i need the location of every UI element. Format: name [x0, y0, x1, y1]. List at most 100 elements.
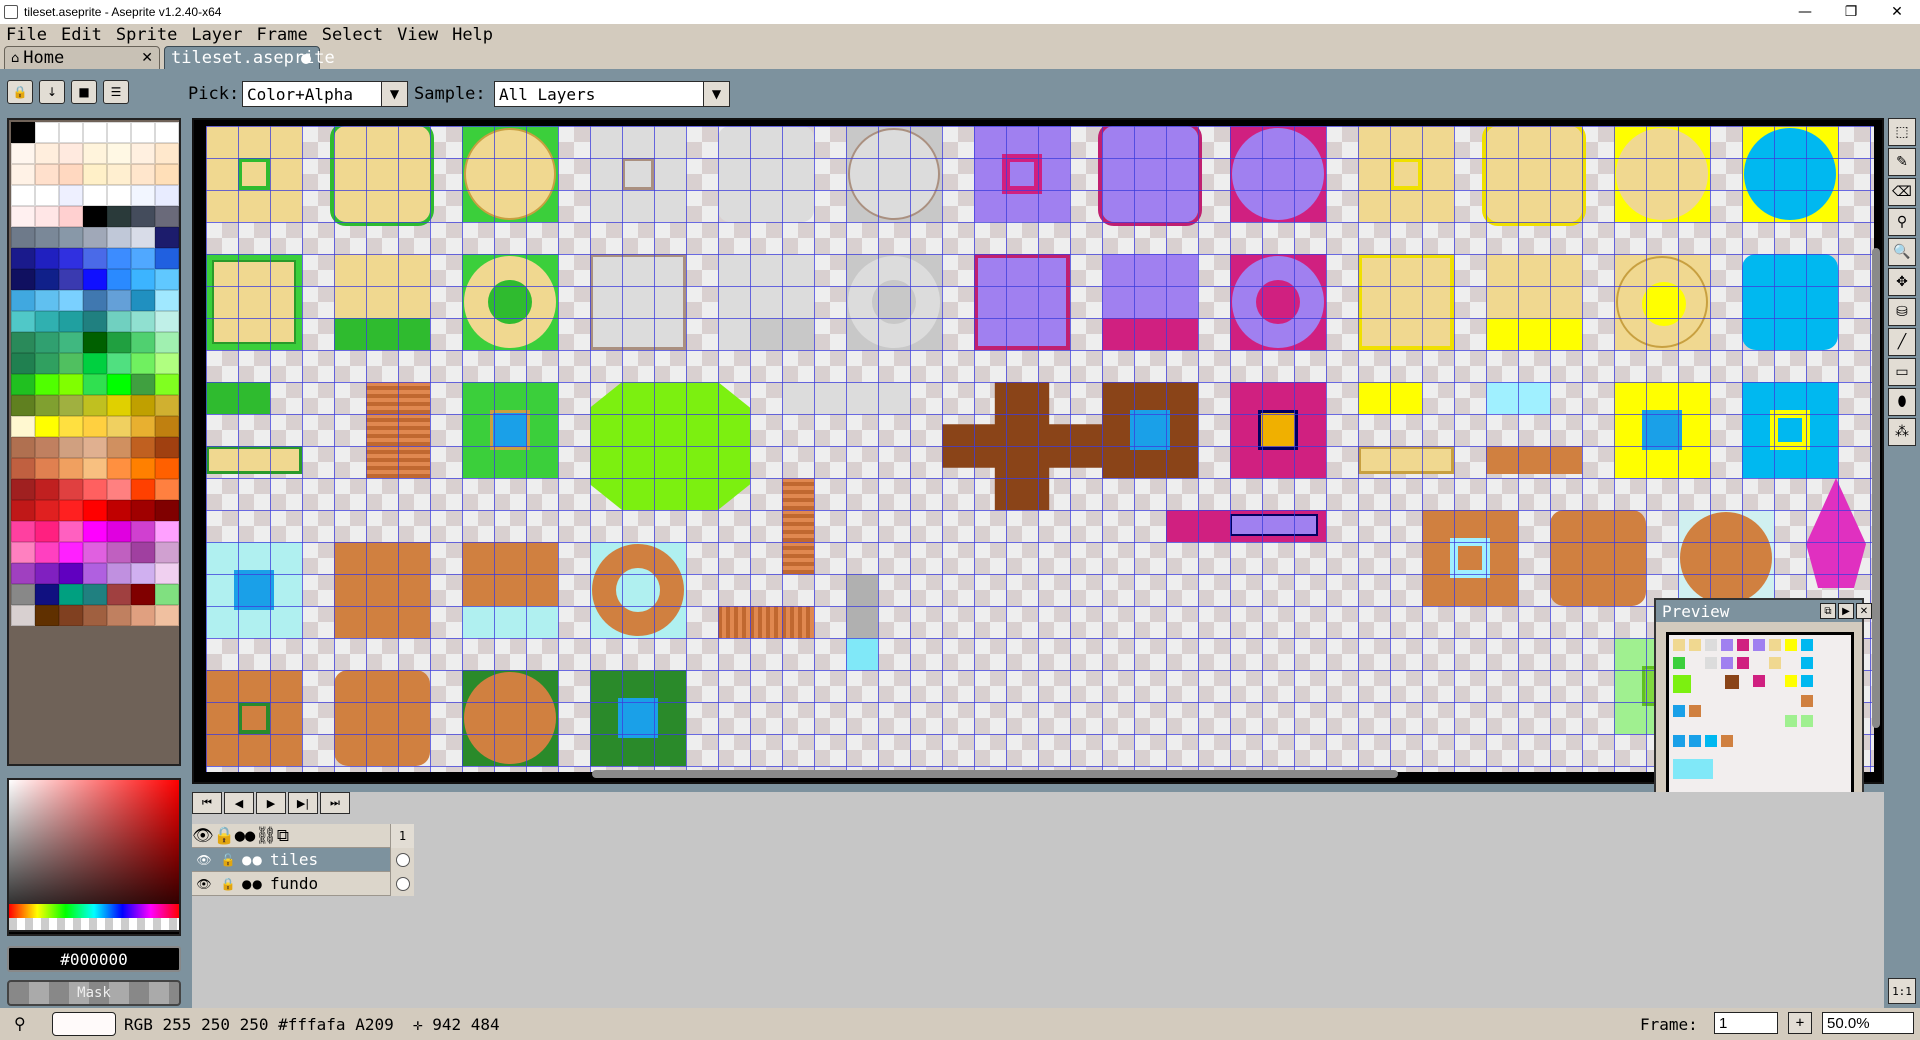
palette-swatch[interactable]	[107, 479, 131, 500]
palette-swatch[interactable]	[59, 563, 83, 584]
palette-swatch[interactable]	[11, 143, 35, 164]
palette-swatch[interactable]	[107, 269, 131, 290]
palette-swatch[interactable]	[83, 227, 107, 248]
link-icon[interactable]: ⛓	[255, 826, 277, 846]
palette-swatch[interactable]	[155, 227, 179, 248]
alpha-slider[interactable]	[7, 918, 181, 932]
minimize-icon[interactable]: —	[1782, 0, 1828, 24]
palette-swatch[interactable]	[107, 584, 131, 605]
pencil-icon[interactable]: ✎	[1888, 148, 1916, 176]
sprite-canvas[interactable]	[206, 126, 1874, 772]
palette-swatch[interactable]	[131, 290, 155, 311]
palette-swatch[interactable]	[155, 416, 179, 437]
palette-swatch[interactable]	[107, 458, 131, 479]
continuous-icon[interactable]: ●●	[235, 826, 255, 846]
palette-swatch[interactable]	[83, 584, 107, 605]
cel[interactable]	[390, 848, 414, 872]
palette-swatch[interactable]	[35, 185, 59, 206]
palette-swatch[interactable]	[83, 479, 107, 500]
palette-swatch[interactable]	[59, 416, 83, 437]
palette-swatch[interactable]	[59, 269, 83, 290]
eyedropper-icon[interactable]: ⚲	[1888, 208, 1916, 236]
layer-row-tiles[interactable]: 👁 🔓 ●● tiles	[192, 848, 414, 872]
palette-swatch[interactable]	[83, 542, 107, 563]
palette-swatch[interactable]	[83, 311, 107, 332]
palette-swatch[interactable]	[107, 395, 131, 416]
palette-swatch[interactable]	[11, 458, 35, 479]
palette-swatch[interactable]	[155, 584, 179, 605]
palette-swatch[interactable]	[107, 143, 131, 164]
palette-swatch[interactable]	[107, 500, 131, 521]
menu-sprite[interactable]: Sprite	[116, 25, 177, 45]
rectangle-icon[interactable]: ▭	[1888, 358, 1916, 386]
palette-swatch[interactable]	[155, 500, 179, 521]
palette-swatch[interactable]	[11, 227, 35, 248]
palette-swatch[interactable]	[11, 605, 35, 626]
menu-view[interactable]: View	[397, 25, 438, 45]
palette-swatch[interactable]	[11, 290, 35, 311]
palette-swatch[interactable]	[83, 122, 107, 143]
palette-swatch[interactable]	[35, 290, 59, 311]
palette-swatch[interactable]	[11, 122, 35, 143]
palette-swatch[interactable]	[131, 416, 155, 437]
palette-swatch[interactable]	[107, 164, 131, 185]
palette-swatch[interactable]	[35, 479, 59, 500]
menu-help[interactable]: Help	[452, 25, 493, 45]
mask-button[interactable]: Mask	[7, 980, 181, 1006]
palette-swatch[interactable]	[11, 269, 35, 290]
zoom-reset-button[interactable]: 1:1	[1888, 978, 1916, 1004]
horizontal-scrollbar[interactable]	[592, 770, 1398, 778]
palette-swatch[interactable]	[11, 332, 35, 353]
move-icon[interactable]: ✥	[1888, 268, 1916, 296]
lock-icon[interactable]: 🔒	[7, 80, 33, 104]
palette-swatch[interactable]	[155, 311, 179, 332]
palette-swatch[interactable]	[155, 437, 179, 458]
palette-swatch[interactable]	[83, 500, 107, 521]
palette-swatch[interactable]	[35, 311, 59, 332]
palette-swatch[interactable]	[83, 269, 107, 290]
palette-swatch[interactable]	[35, 563, 59, 584]
visibility-icon[interactable]: 👁	[192, 826, 214, 846]
blur-icon[interactable]: ⁂	[1888, 418, 1916, 446]
palette-swatch[interactable]	[35, 353, 59, 374]
palette-swatch[interactable]	[107, 248, 131, 269]
palette-swatch[interactable]	[83, 332, 107, 353]
close-tab-icon[interactable]: ✕	[141, 50, 153, 66]
contour-icon[interactable]: ⬮	[1888, 388, 1916, 416]
palette-swatch[interactable]	[131, 332, 155, 353]
palette-swatch[interactable]	[11, 353, 35, 374]
download-icon[interactable]: ↓	[39, 80, 65, 104]
palette-swatch[interactable]	[11, 248, 35, 269]
palette-swatch[interactable]	[11, 164, 35, 185]
palette-swatch[interactable]	[35, 416, 59, 437]
palette-swatch[interactable]	[59, 248, 83, 269]
frame-input[interactable]	[1714, 1012, 1778, 1034]
palette-swatch[interactable]	[155, 479, 179, 500]
palette-swatch[interactable]	[59, 164, 83, 185]
palette-swatch[interactable]	[155, 332, 179, 353]
palette-swatch[interactable]	[131, 269, 155, 290]
palette-swatch[interactable]	[35, 458, 59, 479]
palette-swatch[interactable]	[131, 584, 155, 605]
palette-swatch[interactable]	[131, 563, 155, 584]
palette-swatch[interactable]	[35, 248, 59, 269]
zoom-icon[interactable]: 🔍	[1888, 238, 1916, 266]
palette-swatch[interactable]	[155, 542, 179, 563]
palette-swatch[interactable]	[11, 542, 35, 563]
palette-swatch[interactable]	[131, 122, 155, 143]
palette-swatch[interactable]	[59, 584, 83, 605]
palette-swatch[interactable]	[131, 521, 155, 542]
palette-swatch[interactable]	[131, 311, 155, 332]
lock-icon[interactable]: 🔒	[216, 872, 240, 896]
palette-swatch[interactable]	[11, 500, 35, 521]
palette-swatch[interactable]	[11, 374, 35, 395]
menu-select[interactable]: Select	[322, 25, 383, 45]
palette-swatch[interactable]	[107, 122, 131, 143]
palette-swatch[interactable]	[83, 248, 107, 269]
palette-swatch[interactable]	[11, 479, 35, 500]
close-window-icon[interactable]: ✕	[1874, 0, 1920, 24]
palette-swatch[interactable]	[83, 605, 107, 626]
palette-swatch[interactable]	[83, 416, 107, 437]
palette-swatch[interactable]	[59, 605, 83, 626]
layer-row-fundo[interactable]: 👁 🔒 ●● fundo	[192, 872, 414, 896]
